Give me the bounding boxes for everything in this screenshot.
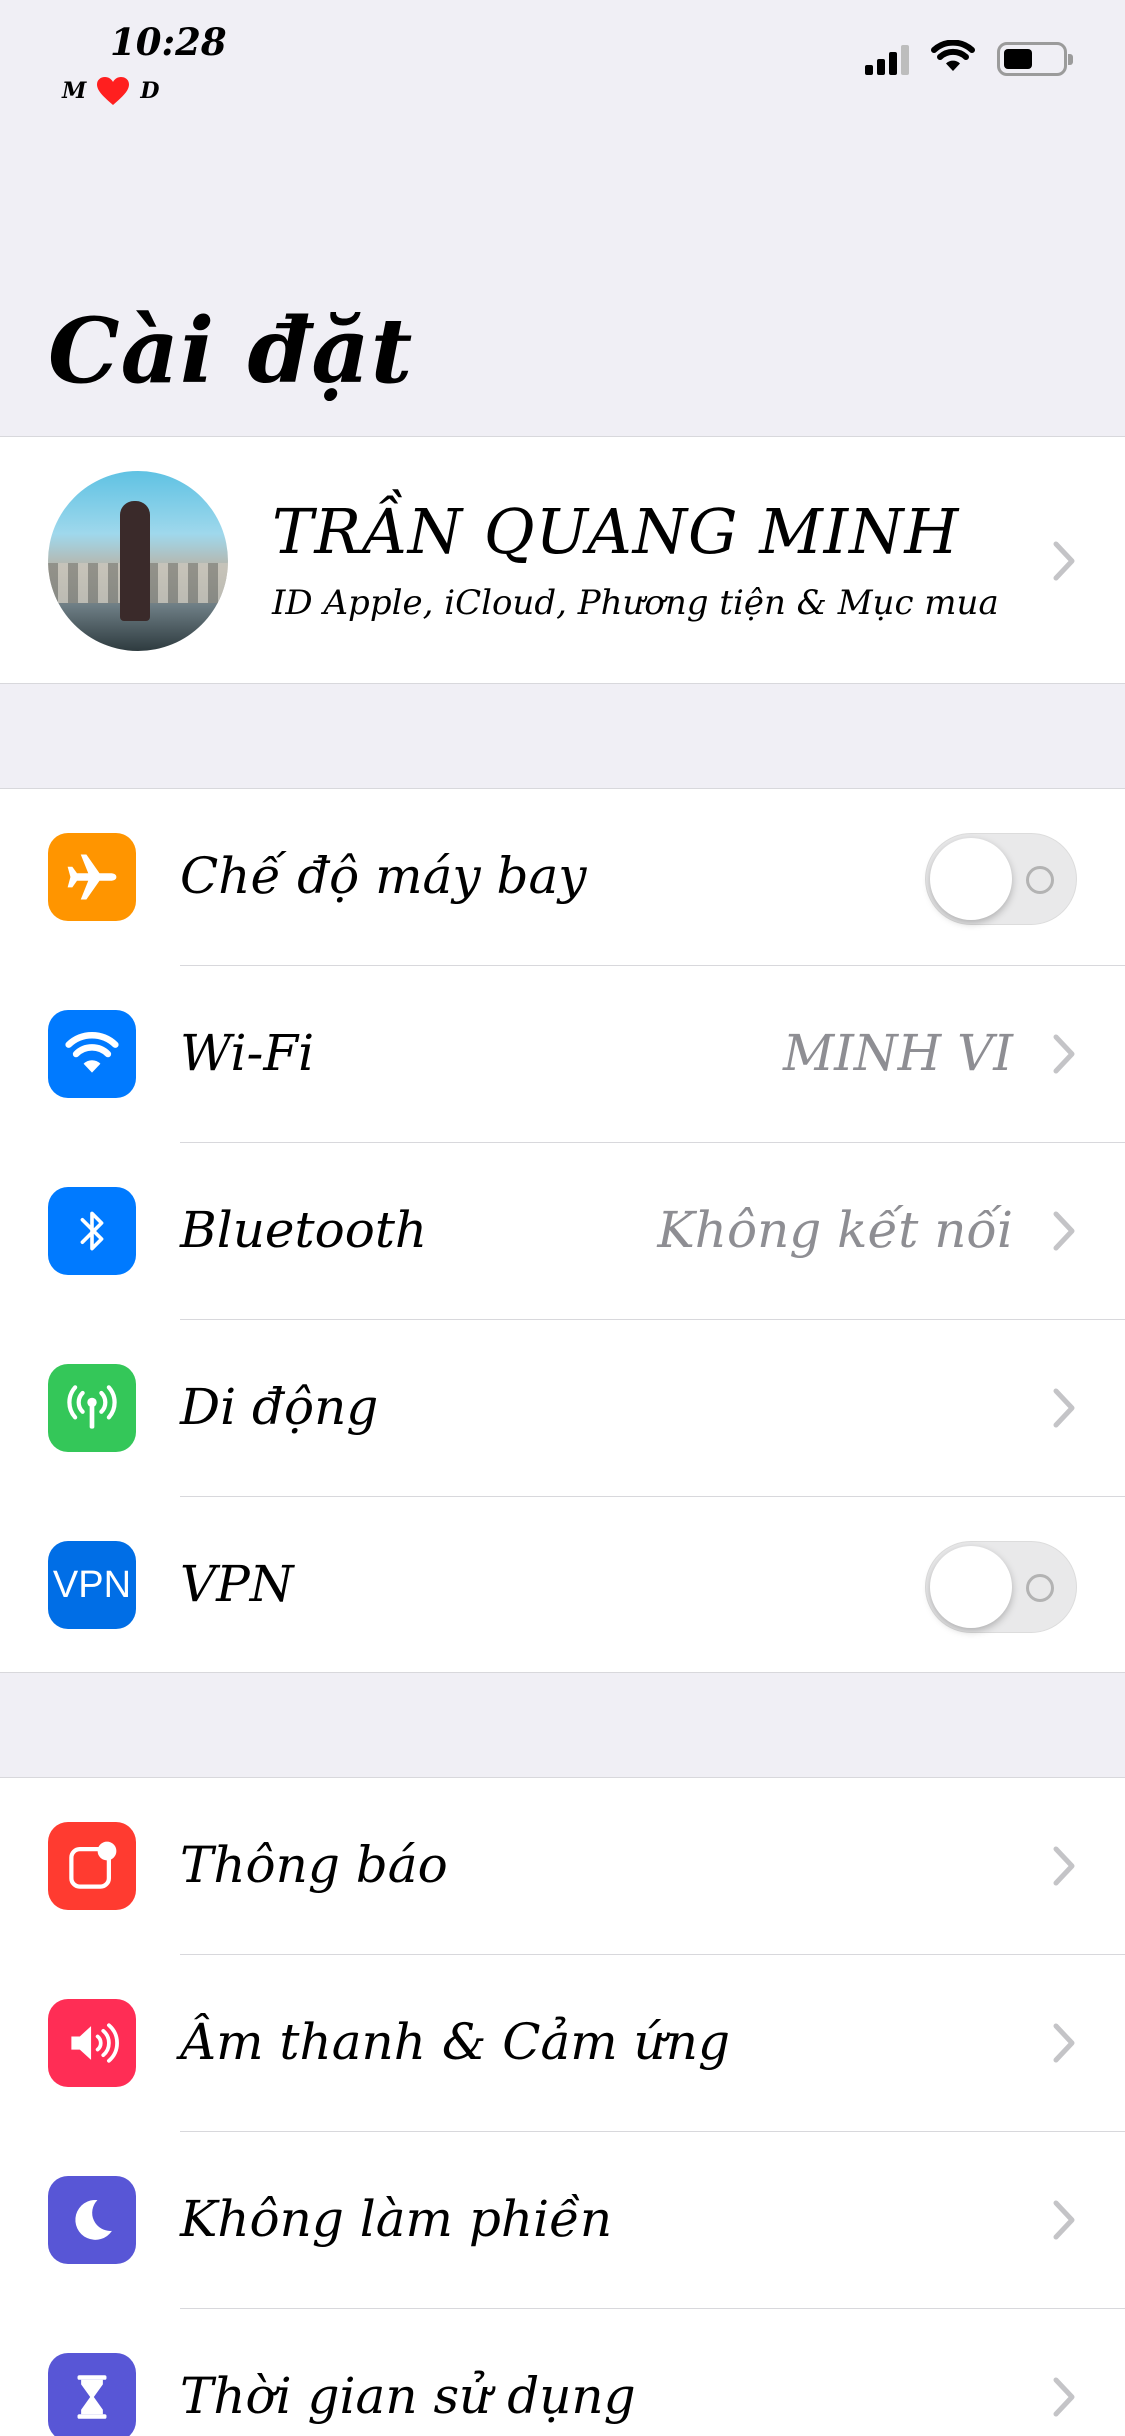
- speaker-icon: [48, 1999, 136, 2087]
- settings-row-label: VPN: [180, 1555, 294, 1613]
- settings-screen: 10:28 M D Cài đặt TRẦN QUANG MINH ID App…: [0, 0, 1125, 2436]
- chevron-right-icon: [1053, 541, 1075, 581]
- heart-icon: [96, 76, 130, 106]
- chevron-right-icon: [1053, 2377, 1075, 2417]
- vpn-toggle[interactable]: [925, 1541, 1077, 1633]
- chevron-right-icon: [1053, 2200, 1075, 2240]
- avatar: [48, 471, 228, 651]
- carrier-label: M D: [62, 76, 159, 106]
- chevron-right-icon: [1053, 1211, 1075, 1251]
- vpn-icon: VPN: [48, 1541, 136, 1629]
- chevron-right-icon: [1053, 1846, 1075, 1886]
- hourglass-icon: [48, 2353, 136, 2436]
- settings-row-label: Di động: [180, 1378, 379, 1436]
- profile-name: TRẦN QUANG MINH: [272, 495, 960, 568]
- settings-row-vpn[interactable]: VPN VPN: [0, 1497, 1125, 1674]
- chevron-right-icon: [1053, 1034, 1075, 1074]
- wifi-icon: [931, 39, 975, 78]
- airplane-icon: [48, 833, 136, 921]
- bluetooth-icon: [48, 1187, 136, 1275]
- carrier-left: M: [62, 78, 87, 104]
- settings-row-label: Âm thanh & Cảm ứng: [180, 2013, 730, 2071]
- settings-row-label: Wi-Fi: [180, 1024, 315, 1082]
- profile-subtitle: ID Apple, iCloud, Phương tiện & Mục mua: [272, 583, 999, 623]
- airplane-mode-toggle[interactable]: [925, 833, 1077, 925]
- settings-row-screen-time[interactable]: Thời gian sử dụng: [0, 2309, 1125, 2436]
- notifications-icon: [48, 1822, 136, 1910]
- settings-row-label: Thời gian sử dụng: [180, 2367, 636, 2425]
- settings-row-label: Chế độ máy bay: [180, 847, 587, 905]
- wifi-network-value: MINH VI: [782, 1024, 1013, 1082]
- status-icons: [865, 39, 1073, 78]
- apple-id-profile-row[interactable]: TRẦN QUANG MINH ID Apple, iCloud, Phương…: [0, 436, 1125, 684]
- settings-row-label: Thông báo: [180, 1836, 448, 1894]
- status-time: 10:28: [110, 20, 227, 64]
- settings-row-cellular[interactable]: Di động: [0, 1320, 1125, 1497]
- settings-row-airplane-mode[interactable]: Chế độ máy bay: [0, 789, 1125, 966]
- battery-icon: [997, 42, 1073, 76]
- connectivity-group: Chế độ máy bay Wi-Fi MINH VI Bluetooth K…: [0, 788, 1125, 1673]
- carrier-right: D: [140, 78, 160, 104]
- bluetooth-status-value: Không kết nối: [657, 1201, 1013, 1259]
- cellular-signal-icon: [865, 43, 909, 75]
- chevron-right-icon: [1053, 1388, 1075, 1428]
- settings-row-label: Không làm phiền: [180, 2190, 613, 2248]
- settings-row-wifi[interactable]: Wi-Fi MINH VI: [0, 966, 1125, 1143]
- status-bar: 10:28 M D: [0, 0, 1125, 130]
- wifi-icon: [48, 1010, 136, 1098]
- settings-row-do-not-disturb[interactable]: Không làm phiền: [0, 2132, 1125, 2309]
- moon-icon: [48, 2176, 136, 2264]
- antenna-icon: [48, 1364, 136, 1452]
- settings-row-label: Bluetooth: [180, 1201, 428, 1259]
- page-title: Cài đặt: [48, 298, 414, 404]
- settings-row-notifications[interactable]: Thông báo: [0, 1778, 1125, 1955]
- system-group: Thông báo Âm thanh & Cảm ứng Không làm p…: [0, 1777, 1125, 2436]
- settings-row-bluetooth[interactable]: Bluetooth Không kết nối: [0, 1143, 1125, 1320]
- settings-row-sounds[interactable]: Âm thanh & Cảm ứng: [0, 1955, 1125, 2132]
- chevron-right-icon: [1053, 2023, 1075, 2063]
